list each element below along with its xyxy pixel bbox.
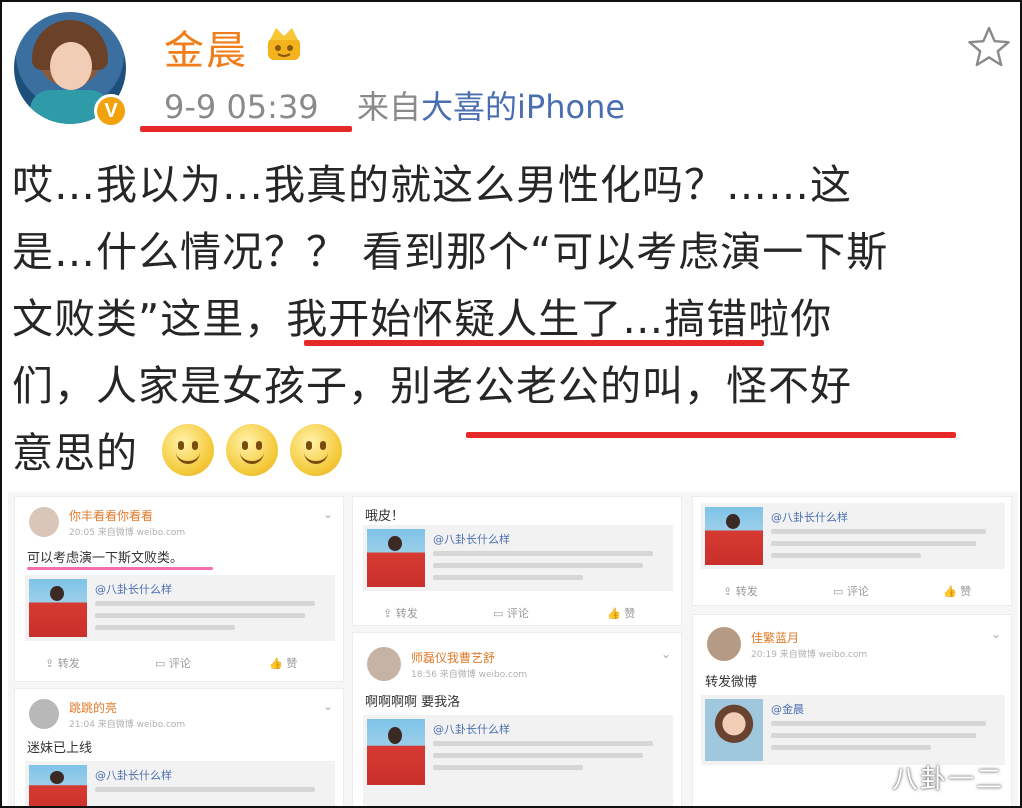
text-line	[771, 553, 921, 558]
text-line	[771, 733, 976, 738]
avatar	[29, 507, 59, 537]
post-line-1: 哎…我以为…我真的就这么男性化吗？……这	[12, 161, 852, 209]
username[interactable]: 金晨	[164, 18, 248, 76]
text-line	[771, 721, 986, 726]
weibo-card: 你丰看看你看看 20:05 来自微博 weibo.com ⌄ 可以考虑演一下斯文…	[14, 496, 344, 682]
text-line	[771, 529, 986, 534]
repost-username[interactable]: @八卦长什么样	[771, 509, 848, 525]
comment-action[interactable]: ▭ 评论	[833, 583, 869, 599]
weibo-card: 跳跳的亮 21:04 来自微博 weibo.com ⌄ 迷妹已上线 @八卦长什么…	[14, 688, 344, 806]
card-text: 哦皮！	[365, 509, 405, 524]
avatar	[707, 627, 741, 661]
favorite-star-icon[interactable]	[966, 24, 1012, 70]
repost-thumbnail	[29, 579, 87, 637]
card-meta: 20:19 来自微博 weibo.com	[751, 650, 868, 660]
repost-username[interactable]: @八卦长什么样	[95, 581, 172, 597]
watermark: 八卦一二	[891, 765, 1004, 795]
repost-box[interactable]: @八卦长什么样	[363, 715, 673, 806]
repost-thumbnail	[705, 507, 763, 565]
text-line	[433, 563, 643, 568]
highlight-underline	[27, 567, 213, 570]
repost-box[interactable]: @金晨	[701, 695, 1005, 765]
text-line	[433, 753, 643, 758]
avatar-face	[50, 42, 92, 90]
repost-box[interactable]: @八卦长什么样	[25, 575, 335, 641]
card-meta: 21:04 来自微博 weibo.com	[69, 720, 186, 730]
text-line	[771, 541, 976, 546]
text-line	[95, 787, 315, 792]
repost-box[interactable]: @八卦长什么样	[363, 525, 673, 591]
card-text: 啊啊啊啊 要我洛	[365, 695, 461, 710]
repost-thumbnail	[367, 529, 425, 587]
repost-username[interactable]: @八卦长什么样	[433, 721, 510, 737]
text-line	[433, 741, 653, 746]
chevron-down-icon[interactable]: ⌄	[323, 507, 333, 521]
weibo-card: 哦皮！ @八卦长什么样 ⇪ 转发 ▭ 评论 👍 赞	[352, 496, 682, 626]
chevron-down-icon[interactable]: ⌄	[661, 647, 671, 661]
repost-thumbnail	[29, 765, 87, 806]
repost-username[interactable]: @金晨	[771, 701, 804, 717]
repost-box[interactable]: @八卦长什么样	[25, 761, 335, 806]
repost-thumbnail	[367, 719, 425, 785]
avatar	[29, 699, 59, 729]
smile-emoji-icon	[290, 424, 342, 476]
comment-action[interactable]: ▭ 评论	[493, 605, 529, 621]
screenshot-frame: V 金晨 9-9 05:39 来自大喜的iPhone 哎…我以为…我真的就这么男…	[0, 0, 1022, 808]
card-text: 迷妹已上线	[27, 741, 93, 756]
repost-username[interactable]: @八卦长什么样	[433, 531, 510, 547]
chevron-down-icon[interactable]: ⌄	[323, 699, 333, 713]
post-line-4: 们，人家是女孩子，别老公老公的叫，怪不好	[12, 362, 852, 410]
repost-box[interactable]: @八卦长什么样	[701, 503, 1005, 569]
like-action[interactable]: 👍 赞	[269, 655, 297, 671]
repost-thumbnail	[705, 699, 763, 761]
card-username[interactable]: 佳繁蓝月	[751, 629, 799, 646]
text-line	[433, 575, 583, 580]
screenshot-collage: 你丰看看你看看 20:05 来自微博 weibo.com ⌄ 可以考虑演一下斯文…	[8, 492, 1018, 806]
chevron-down-icon[interactable]: ⌄	[991, 627, 1001, 641]
card-username[interactable]: 师磊仪我曹艺舒	[411, 649, 495, 666]
text-line	[95, 613, 305, 618]
smile-emoji-icon	[162, 424, 214, 476]
text-line	[771, 745, 931, 750]
repost-action[interactable]: ⇪ 转发	[383, 605, 418, 621]
card-text: 转发微博	[705, 675, 758, 690]
card-text: 可以考虑演一下斯文败类。	[27, 551, 184, 566]
avatar	[367, 647, 401, 681]
text-line	[433, 551, 653, 556]
repost-action[interactable]: ⇪ 转发	[723, 583, 758, 599]
card-meta: 18:56 来自微博 weibo.com	[411, 670, 528, 680]
card-username[interactable]: 你丰看看你看看	[69, 507, 153, 524]
weibo-card: 师磊仪我曹艺舒 18:56 来自微博 weibo.com ⌄ 啊啊啊啊 要我洛 …	[352, 632, 682, 806]
text-line	[95, 625, 235, 630]
post-line-2: 是…什么情况？？ 看到那个“可以考虑演一下斯	[12, 228, 889, 276]
highlight-underline-2	[466, 432, 956, 438]
crown-icon	[268, 28, 300, 60]
time-underline	[140, 126, 352, 132]
repost-action[interactable]: ⇪ 转发	[45, 655, 80, 671]
smile-emoji-icon	[226, 424, 278, 476]
source-prefix: 来自	[357, 88, 422, 126]
verified-badge-icon: V	[94, 94, 128, 128]
comment-action[interactable]: ▭ 评论	[155, 655, 191, 671]
post-meta: 9-9 05:39 来自大喜的iPhone	[164, 82, 625, 128]
weibo-card: @八卦长什么样 ⇪ 转发 ▭ 评论 👍 赞	[692, 496, 1012, 606]
highlight-underline-1	[304, 340, 764, 346]
like-action[interactable]: 👍 赞	[607, 605, 635, 621]
text-line	[95, 601, 315, 606]
text-line	[433, 765, 583, 770]
card-meta: 20:05 来自微博 weibo.com	[69, 528, 186, 538]
card-username[interactable]: 跳跳的亮	[69, 699, 117, 716]
source-app-link[interactable]: 大喜的iPhone	[421, 88, 625, 126]
repost-username[interactable]: @八卦长什么样	[95, 767, 172, 783]
post-time: 9-9 05:39	[164, 88, 319, 126]
like-action[interactable]: 👍 赞	[943, 583, 971, 599]
